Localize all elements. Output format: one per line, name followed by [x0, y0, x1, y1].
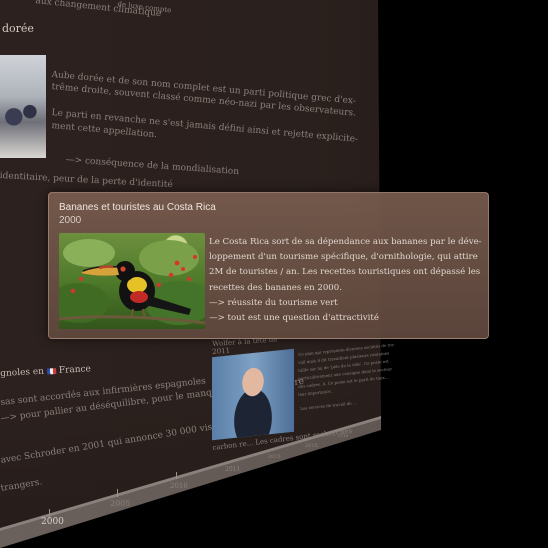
event-link-line[interactable]: —> réussite du tourisme vert	[209, 296, 481, 311]
timeline-year[interactable]: 2011	[225, 466, 240, 473]
france-flag-icon	[46, 367, 56, 375]
event-description-line: 2M de touristes / an. Les recettes touri…	[209, 267, 481, 278]
event-description-line: recettes des bananes en 2000.	[209, 282, 342, 293]
event-popup-card[interactable]: Bananes et touristes au Costa Rica 2000	[48, 192, 489, 339]
timeline-year[interactable]: 2016	[338, 433, 348, 438]
timeline-year[interactable]: 2010	[170, 482, 188, 490]
background-photo-protest	[0, 55, 46, 158]
event-description-line: Le Costa Rica sort de sa dépendance aux …	[209, 237, 482, 247]
toucan-photo[interactable]	[59, 233, 205, 329]
event-title: Bananes et touristes au Costa Rica	[59, 202, 216, 213]
toucan-photo-icon	[59, 239, 205, 325]
background-heading: dorée	[2, 22, 34, 35]
timeline-tick	[176, 472, 177, 479]
timeline-year[interactable]: 2005	[110, 499, 130, 508]
event-link-line[interactable]: —> tout est une question d'attractivité	[209, 311, 481, 326]
event-description: Le Costa Rica sort de sa dépendance aux …	[209, 235, 482, 326]
timeline-year[interactable]: 2015	[305, 443, 318, 449]
event-year: 2000	[59, 215, 82, 226]
timeline-tick	[117, 489, 118, 497]
timeline-year[interactable]: 2015	[268, 454, 281, 460]
timeline-year-2000[interactable]: 2000	[41, 517, 64, 527]
event-description-line: loppement d'un tourisme spécifique, d'or…	[209, 252, 478, 263]
background-photo-portrait	[212, 348, 294, 441]
